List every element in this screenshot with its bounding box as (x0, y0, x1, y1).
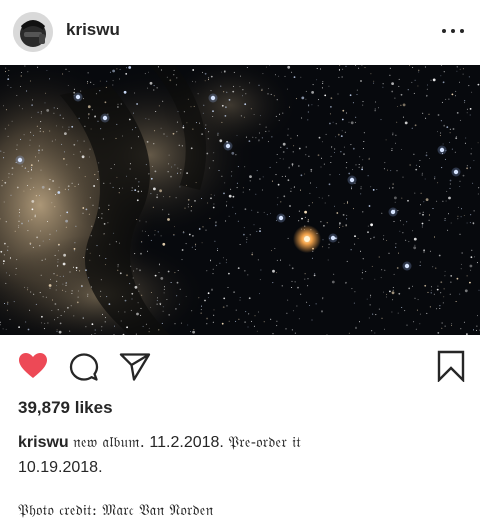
post-username[interactable]: kriswu (66, 20, 120, 40)
caption-text-3: 𝔓𝔯𝔢-𝔬𝔯𝔡𝔢𝔯 𝔦𝔱 (228, 433, 302, 451)
heart-icon[interactable] (18, 352, 48, 380)
caption-text-2: 11.2.2018. (149, 434, 224, 451)
caption-text-4: 10.19.2018. (18, 459, 103, 476)
likes-count[interactable]: 39,879 likes (18, 398, 113, 418)
photo-credit: 𝔓𝔥𝔬𝔱𝔬 𝔠𝔯𝔢𝔡𝔦𝔱: 𝔐𝔞𝔯𝔠 𝔙𝔞𝔫 𝔑𝔬𝔯𝔡𝔢𝔫 (18, 501, 214, 519)
more-horizontal-icon[interactable] (442, 20, 464, 42)
caption-text-1: 𝔫𝔢𝔴 𝔞𝔩𝔟𝔲𝔪. (73, 433, 145, 451)
post-image[interactable] (0, 65, 480, 335)
post-header: kriswu (0, 0, 480, 64)
paper-plane-icon[interactable] (119, 352, 151, 382)
avatar[interactable] (13, 12, 53, 52)
action-bar (0, 343, 480, 389)
avatar-image (13, 12, 53, 52)
comment-icon[interactable] (69, 352, 99, 382)
caption-username[interactable]: kriswu (18, 434, 69, 451)
bookmark-icon[interactable] (437, 350, 465, 382)
galaxy-photo (0, 65, 480, 335)
post-caption: kriswu 𝔫𝔢𝔴 𝔞𝔩𝔟𝔲𝔪. 11.2.2018. 𝔓𝔯𝔢-𝔬𝔯𝔡𝔢𝔯 𝔦… (18, 430, 458, 480)
